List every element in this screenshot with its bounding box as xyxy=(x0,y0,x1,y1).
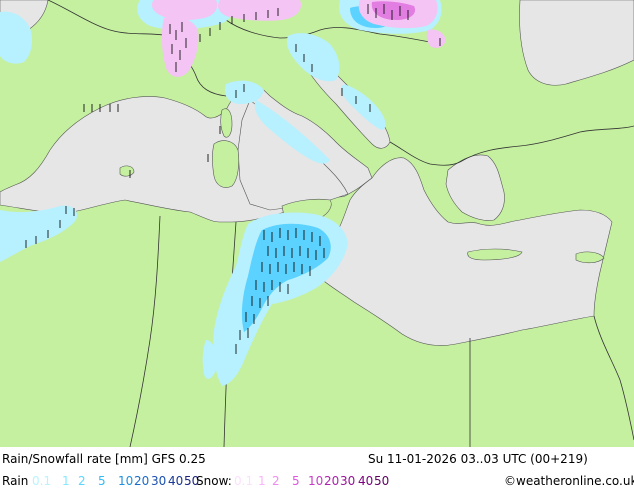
rain-legend-value: 0.1 xyxy=(32,474,52,488)
credit-text: ©weatheronline.co.uk xyxy=(504,474,634,488)
snow-legend-value: 2 xyxy=(272,474,280,488)
rain-legend-value: 1 xyxy=(62,474,70,488)
rain-legend-value: 30 xyxy=(151,474,167,488)
rain-legend-value: 2 xyxy=(78,474,86,488)
rain-legend-label: Rain xyxy=(2,474,29,488)
snow-legend-label: Snow: xyxy=(196,474,232,488)
island-sardinia xyxy=(212,140,240,188)
title-bar: Rain/Snowfall rate [mm] GFS 0.25 Su 11-0… xyxy=(0,452,634,468)
snow-legend-value: 20 xyxy=(324,474,340,488)
rain-legend-value: 5 xyxy=(98,474,106,488)
snow-legend-value: 5 xyxy=(292,474,300,488)
island-mallorca xyxy=(119,165,135,177)
legend-bar: Rain 0.1 1 2 5 10 20 30 40 50 Snow: 0.1 1 2 5 10 20 30… xyxy=(0,474,634,490)
snow-legend-value: 30 xyxy=(340,474,356,488)
snow-legend-value: 10 xyxy=(308,474,324,488)
snow-legend-value: 1 xyxy=(258,474,266,488)
precipitation-map xyxy=(0,0,634,447)
snow-legend-value: 0.1 xyxy=(234,474,254,488)
forecast-datetime: Su 11-01-2026 03..03 UTC (00+219) xyxy=(368,452,588,466)
snow-legend-value: 40 xyxy=(358,474,374,488)
map-title: Rain/Snowfall rate [mm] GFS 0.25 xyxy=(2,452,206,466)
island-corsica xyxy=(220,108,233,138)
snow-legend-value: 50 xyxy=(374,474,390,488)
rain-legend-value: 20 xyxy=(134,474,150,488)
rain-legend-value: 10 xyxy=(118,474,134,488)
rain-legend-value: 40 xyxy=(168,474,184,488)
